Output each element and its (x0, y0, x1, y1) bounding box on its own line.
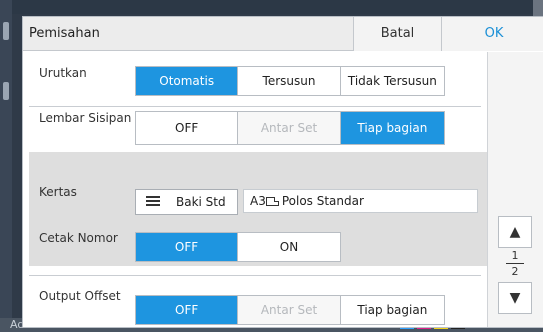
triangle-down-icon: ▼ (509, 290, 521, 306)
urutkan-option-tersusun[interactable]: Tersusun (238, 67, 341, 95)
lembar-sisipan-option-off[interactable]: OFF (136, 112, 239, 144)
cancel-button[interactable]: Batal (353, 17, 441, 51)
background-top-bar (0, 0, 543, 14)
scroll-up-button[interactable]: ▲ (498, 216, 532, 248)
triangle-up-icon: ▲ (509, 224, 521, 240)
background-marker (3, 22, 9, 40)
paper-landscape-icon (265, 197, 279, 206)
output-offset-label: Output Offset (39, 289, 121, 303)
lembar-sisipan-label: Lembar Sisipan (39, 111, 132, 125)
urutkan-label: Urutkan (39, 66, 87, 80)
divider (29, 275, 481, 276)
kertas-label: Kertas (39, 185, 77, 199)
page-total: 2 (511, 265, 519, 278)
ok-button[interactable]: OK (441, 17, 543, 51)
urutkan-selector: Otomatis Tersusun Tidak Tersusun (135, 66, 445, 96)
lembar-sisipan-option-tiap-bagian[interactable]: Tiap bagian (340, 112, 445, 144)
lembar-sisipan-option-antar-set: Antar Set (238, 112, 341, 144)
lembar-sisipan-selector: OFF Antar Set Tiap bagian (135, 111, 445, 145)
paper-display: A3 Polos Standar (243, 189, 478, 213)
page-divider (506, 263, 524, 264)
urutkan-option-tidak-tersusun[interactable]: Tidak Tersusun (340, 67, 445, 95)
cetak-nomor-option-off[interactable]: OFF (136, 233, 238, 261)
urutkan-option-otomatis[interactable]: Otomatis (136, 67, 239, 95)
row-urutkan: Urutkan Otomatis Tersusun Tidak Tersusun (23, 52, 487, 100)
tray-icon (146, 196, 160, 208)
background-left-panel (0, 0, 12, 332)
tray-label: Baki Std (176, 195, 226, 209)
cetak-nomor-option-on[interactable]: ON (238, 233, 340, 261)
paper-type: Polos Standar (281, 194, 364, 208)
scroll-down-button[interactable]: ▼ (498, 282, 532, 314)
background-marker (3, 82, 9, 100)
paper-value: A3 Polos Standar (250, 194, 364, 208)
cetak-nomor-selector: OFF ON (135, 232, 341, 262)
output-offset-selector: OFF Antar Set Tiap bagian (135, 295, 445, 325)
dialog-header: Pemisahan Batal OK (23, 17, 543, 51)
tray-button[interactable]: Baki Std (135, 189, 238, 215)
settings-list: Urutkan Otomatis Tersusun Tidak Tersusun… (23, 52, 487, 327)
row-lembar-sisipan: Lembar Sisipan OFF Antar Set Tiap bagian (23, 107, 487, 152)
selection-pointer (385, 152, 401, 160)
page-indicator: 1 2 (498, 249, 532, 278)
separation-dialog: Pemisahan Batal OK Urutkan Otomatis Ters… (22, 16, 543, 328)
output-offset-option-antar-set: Antar Set (238, 296, 341, 324)
cetak-nomor-label: Cetak Nomor (39, 231, 118, 245)
page-current: 1 (511, 249, 519, 262)
paper-size: A3 (250, 194, 266, 208)
output-offset-option-tiap-bagian[interactable]: Tiap bagian (340, 296, 445, 324)
output-offset-option-off[interactable]: OFF (136, 296, 239, 324)
dialog-title: Pemisahan (29, 26, 100, 41)
